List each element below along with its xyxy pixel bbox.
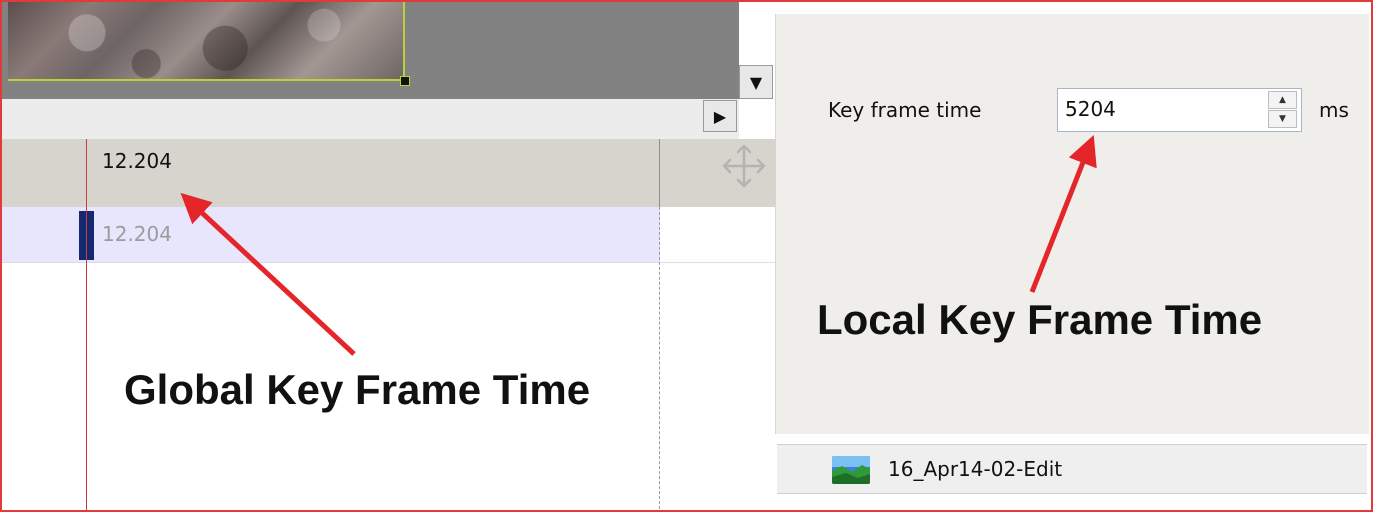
- track-time-label: 12.204: [102, 222, 172, 246]
- resize-handle[interactable]: [400, 76, 410, 86]
- image-thumbnail-glyph: [832, 456, 870, 484]
- preview-photo[interactable]: [8, 2, 405, 81]
- triangle-down-icon: ▼: [749, 72, 763, 92]
- move-arrows-glyph: [722, 144, 766, 188]
- app-frame: ▼ ▶ 12.204 12.204 Key frame time 5204 ▲ …: [0, 0, 1373, 512]
- playhead-line[interactable]: [86, 139, 87, 510]
- timeline-track[interactable]: [2, 207, 660, 263]
- triangle-right-icon: ▶: [713, 106, 727, 126]
- scroll-band: [2, 99, 739, 139]
- key-frame-time-label: Key frame time: [828, 98, 982, 122]
- spin-down-button[interactable]: ▼: [1268, 110, 1297, 128]
- ruler-separator: [659, 139, 660, 207]
- scroll-down-button[interactable]: ▼: [739, 65, 773, 99]
- global-key-frame-annotation: Global Key Frame Time: [124, 366, 591, 413]
- media-item-name: 16_Apr14-02-Edit: [888, 457, 1063, 481]
- track-empty-area: [660, 207, 775, 263]
- triangle-up-icon: ▲: [1279, 95, 1286, 105]
- key-frame-time-unit: ms: [1319, 98, 1349, 122]
- properties-panel: [775, 14, 1369, 434]
- key-frame-time-value[interactable]: 5204: [1065, 97, 1116, 121]
- spin-up-button[interactable]: ▲: [1268, 91, 1297, 109]
- end-marker-line: [659, 207, 660, 510]
- image-thumbnail-icon: [832, 456, 870, 484]
- ruler-time-label: 12.204: [102, 149, 172, 173]
- scroll-right-button[interactable]: ▶: [703, 100, 737, 132]
- move-icon[interactable]: [718, 140, 770, 192]
- local-key-frame-annotation: Local Key Frame Time: [817, 296, 1263, 343]
- triangle-down-small-icon: ▼: [1279, 114, 1286, 124]
